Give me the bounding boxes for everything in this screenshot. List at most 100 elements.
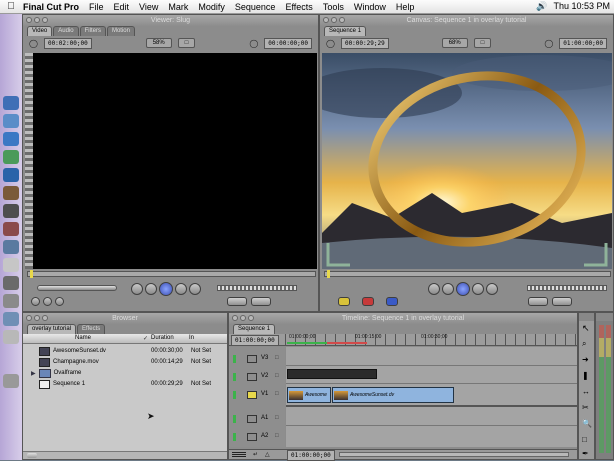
shuttle-slider[interactable]: [37, 285, 117, 291]
list-item[interactable]: Sequence 1 00:00:29;29 Not Set: [27, 379, 227, 389]
play-around-icon[interactable]: [486, 283, 498, 295]
app-icon-7[interactable]: [3, 330, 19, 344]
match-frame-button[interactable]: [227, 297, 247, 306]
column-duration[interactable]: Duration: [151, 335, 174, 341]
tab-effects[interactable]: Effects: [77, 324, 106, 334]
viewer-current-time[interactable]: 00:00:00;00: [264, 37, 313, 49]
roll-tool-icon[interactable]: ❚: [582, 371, 589, 380]
finder-icon[interactable]: [3, 96, 19, 110]
tab-motion[interactable]: Motion: [106, 26, 135, 36]
next-edit-icon[interactable]: [55, 297, 64, 306]
track-header-v1[interactable]: V1 □: [231, 389, 283, 401]
minimize-icon[interactable]: [240, 315, 246, 321]
menu-window[interactable]: Window: [349, 2, 391, 12]
browser-scrollbar[interactable]: [23, 451, 227, 459]
imovie-icon[interactable]: [3, 168, 19, 182]
app-icon-6[interactable]: [3, 312, 19, 326]
track-target-icon[interactable]: [247, 433, 257, 441]
track-header-v2[interactable]: V2 □: [231, 371, 283, 383]
canvas-scrubber[interactable]: [324, 270, 611, 278]
pen-tool-icon[interactable]: ✒: [582, 449, 589, 458]
browser-titlebar[interactable]: Browser: [23, 313, 227, 324]
zoom-icon[interactable]: [248, 315, 254, 321]
menu-tools[interactable]: Tools: [318, 2, 349, 12]
menu-sequence[interactable]: Sequence: [230, 2, 281, 12]
canvas-zoom-dropdown[interactable]: 68%: [441, 38, 468, 48]
clip-v1-a[interactable]: Awesome: [287, 387, 331, 403]
apple-icon[interactable]: : [0, 1, 18, 12]
app-icon-5[interactable]: [3, 276, 19, 290]
slip-tool-icon[interactable]: ↔: [582, 387, 590, 396]
menu-effects[interactable]: Effects: [280, 2, 317, 12]
crop-tool-icon[interactable]: □: [582, 435, 587, 444]
minimize-icon[interactable]: [331, 17, 337, 23]
prev-frame-icon[interactable]: [442, 283, 454, 295]
menu-help[interactable]: Help: [391, 2, 420, 12]
track-header-a1[interactable]: A1 □: [231, 413, 283, 425]
jog-icon-2[interactable]: ◯: [544, 39, 553, 48]
track-height-icon[interactable]: [232, 452, 246, 457]
minimize-icon[interactable]: [34, 17, 40, 23]
lock-icon[interactable]: □: [275, 373, 279, 379]
timeline-ruler[interactable]: 01:00:00;00 01:00:15;00 01:00:30;00: [285, 334, 577, 345]
replace-edit-button[interactable]: [386, 297, 398, 306]
tool-palette-titlebar[interactable]: [579, 313, 594, 321]
ie-icon[interactable]: [3, 132, 19, 146]
tab-filters[interactable]: Filters: [79, 26, 106, 36]
jog-icon-2[interactable]: ◯: [249, 39, 258, 48]
menu-modify[interactable]: Modify: [193, 2, 230, 12]
play-icon[interactable]: [159, 282, 173, 296]
track-visibility-icon[interactable]: [233, 355, 236, 363]
prev-frame-icon[interactable]: [145, 283, 157, 295]
minimize-icon[interactable]: [34, 315, 40, 321]
prev-edit-icon[interactable]: [43, 297, 52, 306]
jog-wheel[interactable]: [217, 285, 297, 291]
column-name[interactable]: Name: [75, 335, 91, 341]
track-audible-icon[interactable]: [233, 415, 236, 423]
app-icon-2[interactable]: [3, 222, 19, 236]
track-select-tool-icon[interactable]: ➜: [582, 355, 589, 364]
overwrite-edit-button[interactable]: [362, 297, 374, 306]
zoom-icon[interactable]: [339, 17, 345, 23]
trash-icon[interactable]: [3, 374, 19, 388]
zoom-icon[interactable]: [42, 17, 48, 23]
marker-button[interactable]: [251, 297, 271, 306]
jog-icon[interactable]: ◯: [29, 39, 38, 48]
play-in-out-icon[interactable]: [428, 283, 440, 295]
app-menu[interactable]: Final Cut Pro: [18, 2, 84, 12]
close-icon[interactable]: [232, 315, 238, 321]
next-frame-icon[interactable]: [472, 283, 484, 295]
snapping-icon[interactable]: ↵: [253, 451, 258, 458]
zoom-icon[interactable]: [42, 315, 48, 321]
track-target-icon[interactable]: [247, 415, 257, 423]
scroll-thumb[interactable]: [27, 453, 37, 458]
viewer-titlebar[interactable]: Viewer: Slug: [23, 15, 318, 26]
zoom-tool-icon[interactable]: 🔍: [582, 419, 592, 428]
clapper-icon[interactable]: [3, 294, 19, 308]
audio-meters-titlebar[interactable]: [596, 313, 613, 321]
jog-icon[interactable]: ◯: [326, 39, 335, 48]
clip-v2[interactable]: [287, 369, 377, 379]
track-audible-icon[interactable]: [233, 433, 236, 441]
mail-icon[interactable]: [3, 114, 19, 128]
close-icon[interactable]: [323, 17, 329, 23]
razor-tool-icon[interactable]: ✂: [582, 403, 589, 412]
menu-view[interactable]: View: [134, 2, 163, 12]
tab-sequence-1[interactable]: Sequence 1: [233, 324, 276, 334]
play-around-icon[interactable]: [189, 283, 201, 295]
speaker-icon[interactable]: 🔊: [536, 1, 547, 12]
list-item[interactable]: Champagne.mov 00:00:14;29 Not Set: [27, 357, 227, 367]
track-target-icon[interactable]: [247, 373, 257, 381]
menu-file[interactable]: File: [84, 2, 109, 12]
viewer-scrubber[interactable]: [27, 270, 316, 278]
viewer-view-dropdown[interactable]: □: [177, 38, 196, 48]
marker-button[interactable]: [552, 297, 572, 306]
clip-v1-b[interactable]: AwesomeSunset.dv: [332, 387, 454, 403]
tab-sequence-1[interactable]: Sequence 1: [324, 26, 367, 36]
edit-selection-tool-icon[interactable]: ⌕: [582, 339, 586, 349]
track-visibility-icon[interactable]: [233, 391, 236, 399]
play-in-out-icon[interactable]: [131, 283, 143, 295]
app-icon-3[interactable]: [3, 240, 19, 254]
lock-icon[interactable]: □: [275, 355, 279, 361]
tab-video[interactable]: Video: [27, 26, 53, 36]
